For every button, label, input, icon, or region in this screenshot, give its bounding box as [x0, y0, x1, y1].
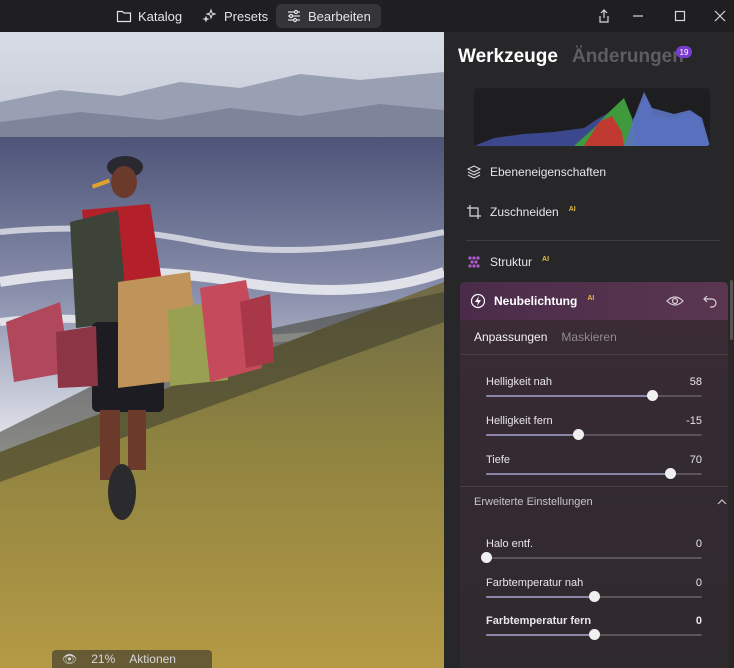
neubelichtung-title: Neubelichtung	[494, 294, 578, 308]
nav-label: Katalog	[138, 8, 183, 24]
lightning-icon	[470, 293, 486, 309]
tool-label: Zuschneiden	[490, 205, 559, 219]
nav-label: Bearbeiten	[308, 8, 371, 24]
slider-track[interactable]	[486, 557, 702, 559]
nav-katalog[interactable]: Katalog	[106, 4, 192, 28]
divider	[460, 354, 728, 355]
crop-icon	[467, 205, 481, 219]
maximize-button[interactable]	[670, 6, 690, 26]
slider-handle[interactable]	[647, 390, 659, 401]
photo-canvas[interactable]	[0, 32, 444, 668]
close-button[interactable]	[710, 6, 730, 26]
changes-badge: 19	[676, 46, 692, 58]
minimize-button[interactable]	[628, 6, 648, 26]
scrollbar[interactable]	[730, 280, 733, 340]
slider-value[interactable]: 0	[696, 577, 702, 589]
top-bar: Katalog Presets Bearbeiten	[0, 0, 734, 32]
slider-handle[interactable]	[589, 629, 600, 640]
tab-anpassungen[interactable]: Anpassungen	[474, 330, 547, 344]
ai-badge: AI	[542, 255, 550, 263]
histogram-graph	[474, 92, 710, 146]
tools-panel: Werkzeuge Änderungen 19 Ebeneneigenschaf…	[444, 32, 734, 668]
close-icon	[714, 10, 726, 22]
zoom-level[interactable]: 21%	[91, 652, 115, 666]
slider-value[interactable]: 70	[690, 454, 702, 466]
tool-ebeneneigenschaften[interactable]: Ebeneneigenschaften	[466, 164, 606, 180]
tool-label: Ebeneneigenschaften	[490, 165, 607, 179]
slider-label: Halo entf.	[486, 538, 534, 550]
divider	[466, 240, 720, 241]
app-window: Katalog Presets Bearbeiten 👁 21% Aktione…	[0, 0, 734, 668]
structure-icon	[468, 256, 480, 268]
slider-value[interactable]: 0	[696, 615, 702, 627]
subtabs: Anpassungen Maskieren	[474, 330, 617, 344]
undo-icon[interactable]	[702, 294, 718, 308]
tool-zuschneiden[interactable]: Zuschneiden AI	[466, 204, 576, 220]
neubelichtung-header[interactable]: Neubelichtung AI	[460, 282, 728, 320]
tab-werkzeuge[interactable]: Werkzeuge	[458, 46, 558, 68]
nav-presets[interactable]: Presets	[192, 4, 278, 28]
slider-handle[interactable]	[664, 468, 676, 479]
ai-badge: AI	[568, 205, 576, 213]
chevron-up-icon[interactable]	[716, 498, 728, 506]
beach-photo	[0, 32, 444, 668]
tab-aenderungen[interactable]: Änderungen	[572, 46, 684, 68]
ai-badge: AI	[587, 294, 595, 302]
slider-label: Farbtemperatur fern	[486, 615, 592, 627]
folder-icon	[116, 10, 132, 23]
slider-handle[interactable]	[481, 552, 492, 563]
sparkle-icon	[202, 8, 217, 23]
advanced-settings-title: Erweiterte Einstellungen	[474, 496, 593, 508]
eye-icon[interactable]	[666, 294, 684, 308]
tool-label: Struktur	[490, 255, 533, 269]
slider-fill	[486, 634, 594, 636]
slider-handle[interactable]	[572, 429, 584, 440]
nav-bearbeiten[interactable]: Bearbeiten	[276, 4, 381, 28]
slider-fill	[486, 395, 653, 397]
share-button[interactable]	[594, 6, 614, 26]
slider-label: Helligkeit fern	[486, 415, 553, 427]
slider-handle[interactable]	[589, 591, 600, 602]
slider-fill	[486, 473, 670, 475]
photo-toolbar: 👁 21% Aktionen	[52, 650, 212, 668]
share-icon	[599, 9, 609, 23]
slider-value[interactable]: 58	[690, 376, 702, 388]
slider-value[interactable]: 0	[696, 538, 702, 550]
divider	[460, 486, 728, 487]
eye-icon[interactable]: 👁	[62, 652, 77, 666]
slider-fill	[486, 596, 594, 598]
advanced-settings-header[interactable]: Erweiterte Einstellungen	[474, 496, 727, 508]
slider-label: Helligkeit nah	[486, 376, 553, 388]
minimize-icon	[633, 15, 643, 17]
sliders-icon	[288, 9, 300, 23]
tool-struktur[interactable]: Struktur AI	[466, 254, 549, 270]
slider-label: Farbtemperatur nah	[486, 577, 584, 589]
maximize-icon	[674, 10, 686, 22]
tab-maskieren[interactable]: Maskieren	[561, 330, 616, 344]
histogram	[474, 88, 710, 146]
slider-value[interactable]: -15	[686, 415, 702, 427]
slider-fill	[486, 434, 578, 436]
panel-tabs: Werkzeuge Änderungen 19	[458, 46, 692, 68]
slider-label: Tiefe	[486, 454, 511, 466]
actions-menu[interactable]: Aktionen	[129, 652, 176, 666]
neubelichtung-body: Anpassungen Maskieren Helligkeit nah 58 …	[460, 320, 728, 668]
layers-icon	[466, 165, 482, 179]
nav-label: Presets	[224, 8, 269, 24]
